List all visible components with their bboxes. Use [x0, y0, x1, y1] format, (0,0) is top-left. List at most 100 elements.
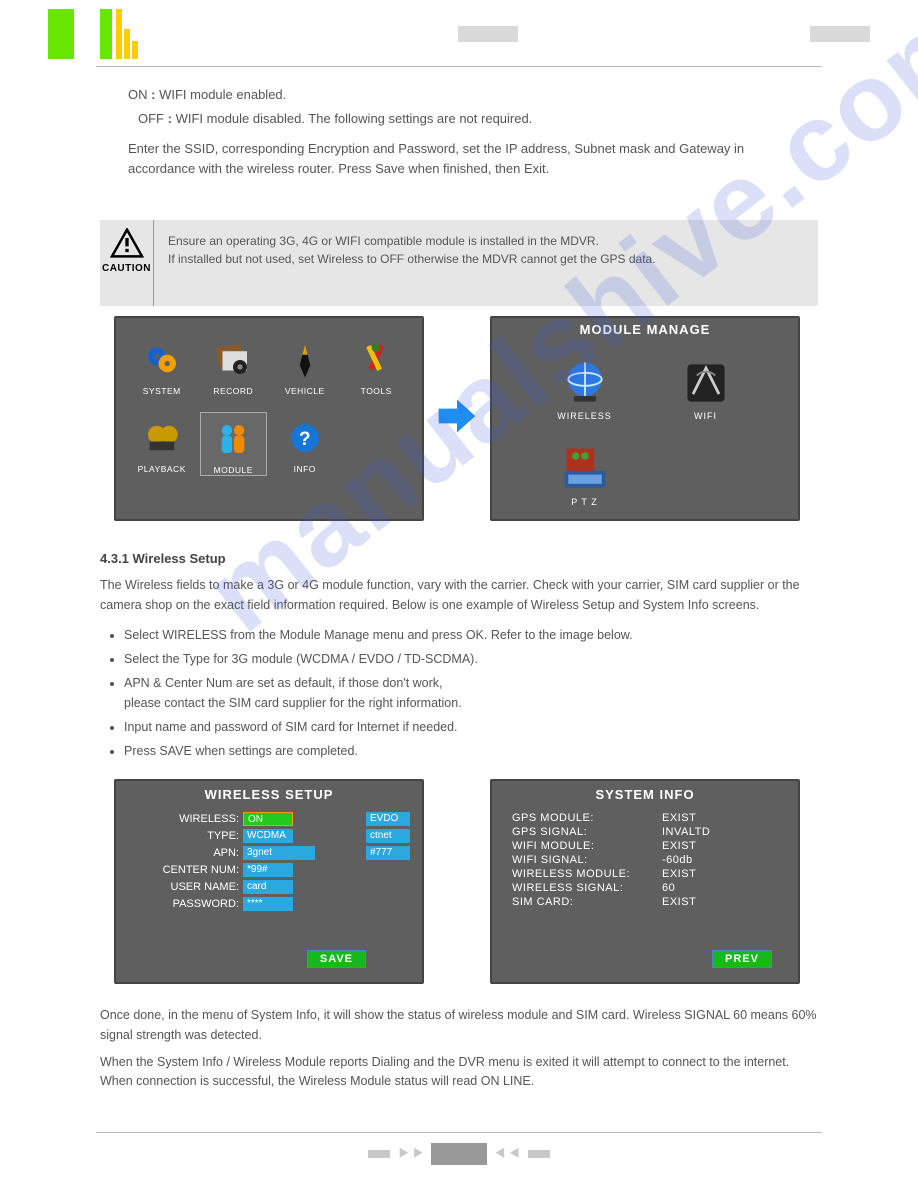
si-label: GPS SIGNAL: — [512, 826, 662, 838]
ws-label-wireless: WIRELESS: — [128, 813, 243, 825]
colon: : — [151, 87, 155, 102]
module-manage-panel: MODULE MANAGE WIRELESS WIFI P T Z — [490, 316, 800, 521]
people-icon — [201, 413, 267, 465]
ws-value-wireless[interactable]: ON — [243, 812, 293, 826]
pen-icon — [271, 334, 339, 386]
closing-para-2: When the System Info / Wireless Module r… — [100, 1053, 818, 1092]
panel-title: MODULE MANAGE — [504, 322, 786, 337]
ws-label-user: USER NAME: — [128, 881, 243, 893]
system-info-panel: SYSTEM INFO GPS MODULE:EXIST GPS SIGNAL:… — [490, 779, 800, 984]
menu-item-info[interactable]: ? INFO — [271, 412, 339, 476]
module-item-label: WIFI — [675, 411, 736, 421]
off-description: WIFI module disabled. The following sett… — [176, 111, 533, 126]
menu-item-label: TOOLS — [343, 386, 411, 396]
menu-item-label: PLAYBACK — [128, 464, 196, 474]
ws-value-user[interactable]: card — [243, 880, 293, 894]
module-wireless[interactable]: WIRELESS — [554, 355, 615, 421]
menu-item-record[interactable]: RECORD — [200, 334, 268, 396]
caution-msg-2: If installed but not used, set Wireless … — [168, 250, 806, 268]
photos-icon — [200, 334, 268, 386]
module-item-label: P T Z — [554, 497, 615, 507]
ws-ext-evdo[interactable]: EVDO — [366, 812, 410, 826]
menu-item-label: RECORD — [200, 386, 268, 396]
module-item-label: WIRELESS — [554, 411, 615, 421]
on-description: WIFI module enabled. — [159, 87, 286, 102]
main-menu-panel: SYSTEM RECORD VEHICLE TOOL — [114, 316, 424, 521]
ws-label-pass: PASSWORD: — [128, 898, 243, 910]
colon: : — [168, 111, 172, 126]
globe-icon — [554, 355, 615, 411]
si-label: WIFI SIGNAL: — [512, 854, 662, 866]
film-icon — [128, 412, 196, 464]
closing-text: Once done, in the menu of System Info, i… — [100, 1006, 818, 1092]
save-button[interactable]: SAVE — [307, 950, 366, 968]
intro-text-block: ON : WIFI module enabled. OFF : WIFI mod… — [0, 67, 918, 180]
ws-value-pass[interactable]: **** — [243, 897, 293, 911]
header-placeholder-right — [810, 26, 870, 42]
question-icon: ? — [271, 412, 339, 464]
caution-icon — [110, 245, 144, 262]
caution-label: CAUTION — [100, 263, 153, 274]
si-label: WIFI MODULE: — [512, 840, 662, 852]
ws-value-type[interactable]: WCDMA — [243, 829, 293, 843]
menu-item-tools[interactable]: TOOLS — [343, 334, 411, 396]
bullet-5: Press SAVE when settings are completed. — [124, 741, 818, 761]
closing-para-1: Once done, in the menu of System Info, i… — [100, 1006, 818, 1045]
menu-item-label: MODULE — [201, 465, 267, 475]
on-label: ON — [128, 87, 148, 102]
si-label: WIRELESS SIGNAL: — [512, 882, 662, 894]
panel-title: WIRELESS SETUP — [128, 787, 410, 802]
module-wifi[interactable]: WIFI — [675, 355, 736, 421]
footer-pager: ⯈⯈ ⯇⯇ — [0, 1143, 918, 1185]
menu-item-vehicle[interactable]: VEHICLE — [271, 334, 339, 396]
intro-paragraph: Enter the SSID, corresponding Encryption… — [128, 139, 808, 179]
footer-rule — [96, 1132, 822, 1133]
menu-item-module[interactable]: MODULE — [200, 412, 268, 476]
si-value: EXIST — [662, 896, 696, 908]
section-paragraph: The Wireless fields to make a 3G or 4G m… — [100, 575, 818, 615]
ws-label-apn: APN: — [128, 847, 243, 859]
logo — [48, 9, 138, 59]
caution-msg-1: Ensure an operating 3G, 4G or WIFI compa… — [168, 232, 806, 250]
prev-button[interactable]: PREV — [712, 950, 772, 968]
bullet-3: APN & Center Num are set as default, if … — [124, 673, 818, 713]
svg-text:?: ? — [299, 429, 311, 450]
ws-value-center[interactable]: *99# — [243, 863, 293, 877]
wireless-setup-section: 4.3.1 Wireless Setup The Wireless fields… — [100, 549, 818, 762]
si-value: EXIST — [662, 840, 696, 852]
ws-ext-ctnet[interactable]: ctnet — [366, 829, 410, 843]
pager-page-box — [431, 1143, 487, 1165]
ptz-icon — [554, 441, 615, 497]
menu-item-label: SYSTEM — [128, 386, 196, 396]
si-label: SIM CARD: — [512, 896, 662, 908]
header-placeholder-mid — [458, 26, 518, 42]
menu-item-system[interactable]: SYSTEM — [128, 334, 196, 396]
tools-icon — [343, 334, 411, 386]
gear-icon — [128, 334, 196, 386]
menu-item-label: VEHICLE — [271, 386, 339, 396]
module-ptz[interactable]: P T Z — [554, 441, 615, 507]
bullet-2: Select the Type for 3G module (WCDMA / E… — [124, 649, 818, 669]
section-heading: 4.3.1 Wireless Setup — [100, 549, 818, 570]
si-label: GPS MODULE: — [512, 812, 662, 824]
si-value: 60 — [662, 882, 675, 894]
antenna-icon — [675, 355, 736, 411]
si-value: EXIST — [662, 812, 696, 824]
ws-value-apn[interactable]: 3gnet — [243, 846, 315, 860]
ws-ext-777[interactable]: #777 — [366, 846, 410, 860]
si-value: EXIST — [662, 868, 696, 880]
ws-label-center: CENTER NUM: — [128, 864, 243, 876]
menu-item-playback[interactable]: PLAYBACK — [128, 412, 196, 476]
pager-seg-left — [368, 1150, 390, 1158]
ws-label-type: TYPE: — [128, 830, 243, 842]
si-value: -60db — [662, 854, 693, 866]
caution-box: CAUTION Ensure an operating 3G, 4G or WI… — [100, 220, 818, 306]
top-header-bar — [0, 0, 918, 60]
bullet-4: Input name and password of SIM card for … — [124, 717, 818, 737]
pager-seg-right — [528, 1150, 550, 1158]
si-value: INVALTD — [662, 826, 710, 838]
off-label: OFF — [138, 111, 164, 126]
bullet-1: Select WIRELESS from the Module Manage m… — [124, 625, 818, 645]
wireless-setup-panel: WIRELESS SETUP WIRELESS: ON EVDO TYPE: W… — [114, 779, 424, 984]
arrow-right-icon — [434, 394, 480, 443]
